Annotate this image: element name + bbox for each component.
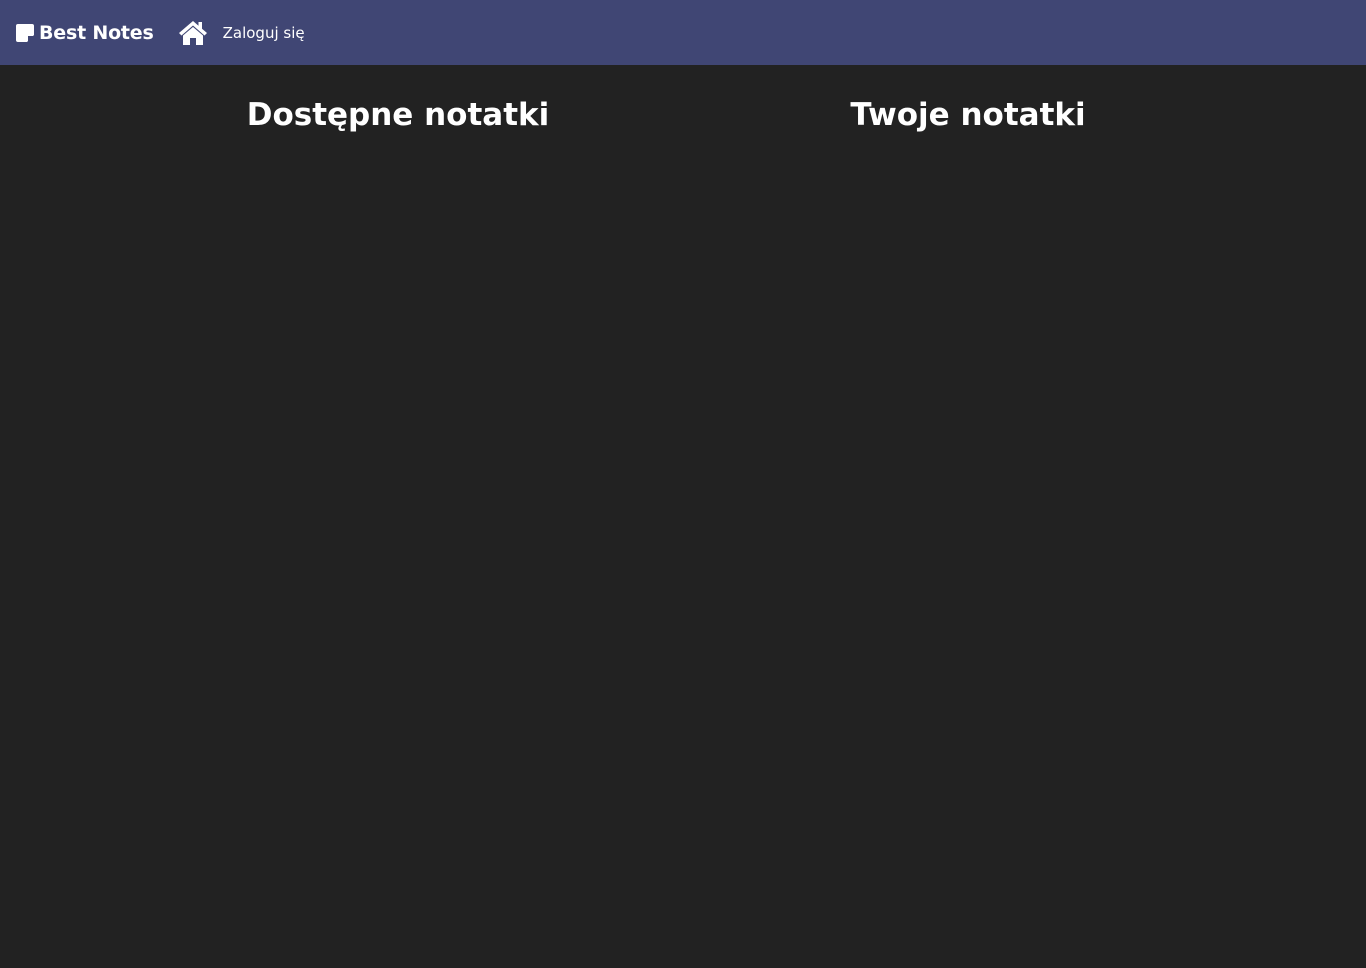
home-icon [178,20,208,46]
main-content: Dostępne notatki Twoje notatki [0,65,1366,968]
login-link[interactable]: Zaloguj się [223,24,305,42]
sticky-note-icon [16,23,34,42]
brand-link[interactable]: Best Notes [16,22,154,44]
home-button[interactable] [178,20,208,46]
available-notes-title: Dostępne notatki [246,97,550,133]
navbar: Best Notes Zaloguj się [0,0,1366,65]
your-notes-title: Twoje notatki [850,97,1086,133]
brand-label: Best Notes [39,21,154,44]
